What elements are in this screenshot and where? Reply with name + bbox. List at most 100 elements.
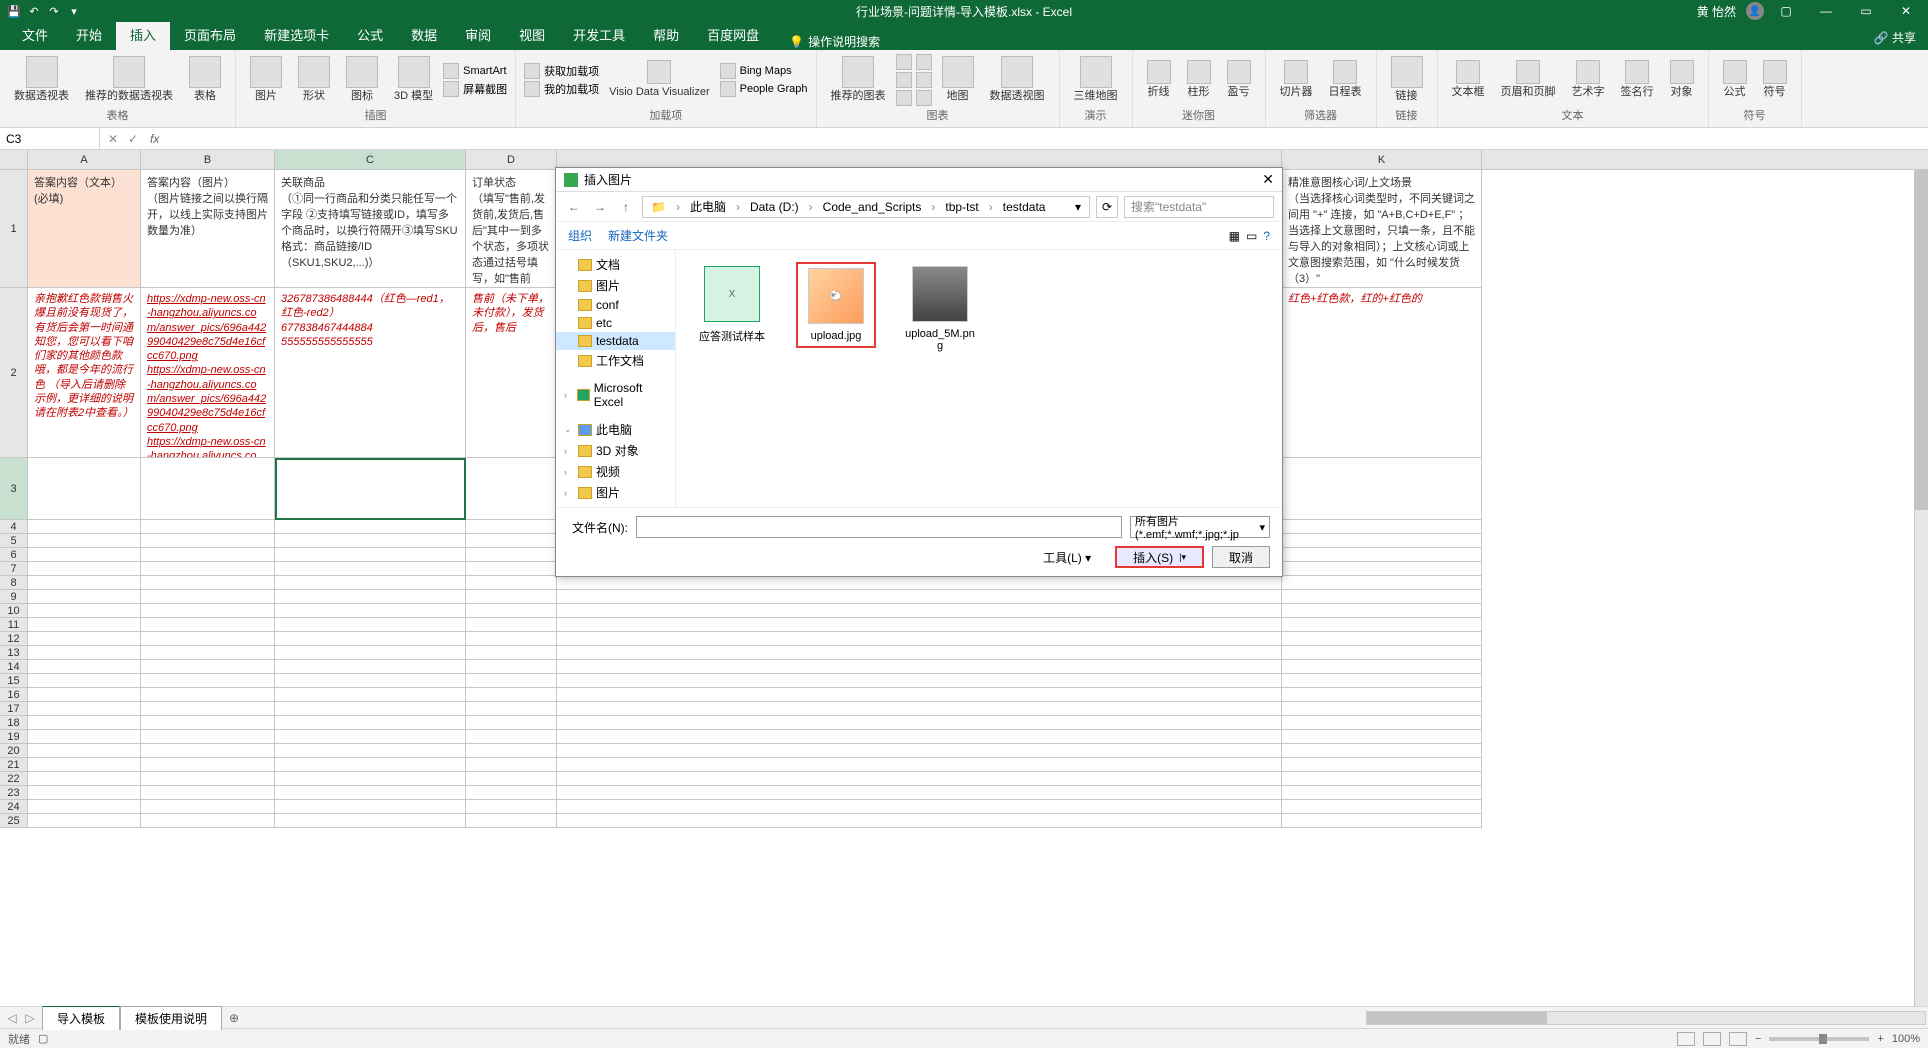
- organize-button[interactable]: 组织: [568, 227, 592, 244]
- cancel-formula-icon[interactable]: ✕: [104, 130, 122, 148]
- cell-empty[interactable]: [28, 800, 141, 814]
- cell-empty[interactable]: [466, 800, 557, 814]
- help-icon[interactable]: ?: [1263, 229, 1270, 243]
- close-button[interactable]: ✕: [1888, 0, 1924, 22]
- cell-empty[interactable]: [1282, 786, 1482, 800]
- row-header-18[interactable]: 18: [0, 716, 28, 730]
- header-footer-button[interactable]: 页眉和页脚: [1495, 58, 1562, 100]
- tree-documents[interactable]: 文档: [556, 254, 675, 275]
- cell-empty[interactable]: [28, 814, 141, 828]
- symbol-button[interactable]: 符号: [1757, 58, 1793, 100]
- tab-formulas[interactable]: 公式: [343, 19, 397, 50]
- pivot-table-button[interactable]: 数据透视表: [8, 54, 75, 104]
- tree-videos[interactable]: ›视频: [556, 461, 675, 482]
- sheet-nav-first-icon[interactable]: ◁: [4, 1010, 20, 1026]
- horizontal-scrollbar[interactable]: [246, 1011, 1928, 1025]
- preview-pane-icon[interactable]: ▭: [1246, 229, 1257, 243]
- nav-up-icon[interactable]: ↑: [616, 197, 636, 217]
- cell-empty[interactable]: [557, 702, 1282, 716]
- cell-empty[interactable]: [1282, 590, 1482, 604]
- cell-empty[interactable]: [1282, 716, 1482, 730]
- recommended-pivot-button[interactable]: 推荐的数据透视表: [79, 54, 179, 104]
- smartart-button[interactable]: SmartArt: [443, 63, 507, 79]
- cell-empty[interactable]: [466, 730, 557, 744]
- cell-empty[interactable]: [275, 716, 466, 730]
- refresh-button[interactable]: ⟳: [1096, 196, 1118, 218]
- undo-icon[interactable]: ↶: [26, 3, 42, 19]
- row-header-8[interactable]: 8: [0, 576, 28, 590]
- cell-empty[interactable]: [28, 548, 141, 562]
- cell-empty[interactable]: [466, 562, 557, 576]
- cell-empty[interactable]: [28, 604, 141, 618]
- people-graph-button[interactable]: People Graph: [720, 81, 808, 97]
- cell-empty[interactable]: [466, 814, 557, 828]
- cell-empty[interactable]: [141, 562, 275, 576]
- cell-empty[interactable]: [141, 548, 275, 562]
- cell-k3[interactable]: [1282, 458, 1482, 520]
- cell-empty[interactable]: [466, 520, 557, 534]
- row-header-6[interactable]: 6: [0, 548, 28, 562]
- cell-empty[interactable]: [141, 660, 275, 674]
- row-header-13[interactable]: 13: [0, 646, 28, 660]
- cell-empty[interactable]: [275, 520, 466, 534]
- visio-button[interactable]: Visio Data Visualizer: [603, 58, 715, 100]
- cell-empty[interactable]: [557, 604, 1282, 618]
- bing-maps-button[interactable]: Bing Maps: [720, 63, 808, 79]
- cell-empty[interactable]: [1282, 576, 1482, 590]
- chart-type-5[interactable]: [916, 72, 932, 88]
- object-button[interactable]: 对象: [1664, 58, 1700, 100]
- sparkline-line-button[interactable]: 折线: [1141, 58, 1177, 100]
- chart-type-1[interactable]: [896, 54, 912, 70]
- cell-empty[interactable]: [466, 674, 557, 688]
- cell-empty[interactable]: [28, 758, 141, 772]
- cell-empty[interactable]: [28, 632, 141, 646]
- cell-empty[interactable]: [141, 702, 275, 716]
- cell-empty[interactable]: [275, 674, 466, 688]
- signature-button[interactable]: 签名行: [1615, 58, 1660, 100]
- user-name[interactable]: 黄 怡然: [1691, 3, 1742, 20]
- cell-empty[interactable]: [275, 688, 466, 702]
- maximize-button[interactable]: ▭: [1848, 0, 1884, 22]
- cell-empty[interactable]: [28, 772, 141, 786]
- 3dmodel-button[interactable]: 3D 模型: [388, 54, 439, 104]
- cell-empty[interactable]: [466, 772, 557, 786]
- cell-empty[interactable]: [1282, 520, 1482, 534]
- tree-workdocs[interactable]: 工作文档: [556, 350, 675, 371]
- tree-this-pc[interactable]: ⌄此电脑: [556, 419, 675, 440]
- tree-pictures2[interactable]: ›图片: [556, 482, 675, 503]
- row-header-1[interactable]: 1: [0, 170, 28, 288]
- equation-button[interactable]: 公式: [1717, 58, 1753, 100]
- zoom-level[interactable]: 100%: [1892, 1033, 1920, 1045]
- wordart-button[interactable]: 艺术字: [1566, 58, 1611, 100]
- tab-home[interactable]: 开始: [62, 19, 116, 50]
- cell-empty[interactable]: [557, 814, 1282, 828]
- page-layout-view-icon[interactable]: [1703, 1032, 1721, 1046]
- col-header-c[interactable]: C: [275, 150, 466, 169]
- insert-button[interactable]: 插入(S)|▾: [1115, 546, 1204, 568]
- my-addins-button[interactable]: 我的加载项: [524, 81, 599, 97]
- row-header-10[interactable]: 10: [0, 604, 28, 618]
- cell-empty[interactable]: [1282, 772, 1482, 786]
- sheet-nav-last-icon[interactable]: ▷: [22, 1010, 38, 1026]
- vertical-scrollbar[interactable]: [1914, 170, 1928, 1006]
- cell-empty[interactable]: [28, 688, 141, 702]
- cell-empty[interactable]: [141, 730, 275, 744]
- row-header-22[interactable]: 22: [0, 772, 28, 786]
- file-upload-jpg[interactable]: 🐑 upload.jpg: [796, 262, 876, 348]
- name-box[interactable]: C3: [0, 128, 100, 149]
- tree-excel[interactable]: ›Microsoft Excel: [556, 379, 675, 411]
- zoom-in-icon[interactable]: +: [1877, 1033, 1883, 1045]
- tab-custom[interactable]: 新建选项卡: [250, 19, 343, 50]
- cell-empty[interactable]: [466, 646, 557, 660]
- timeline-button[interactable]: 日程表: [1323, 58, 1368, 100]
- cell-empty[interactable]: [28, 520, 141, 534]
- cell-empty[interactable]: [466, 604, 557, 618]
- recommended-charts-button[interactable]: 推荐的图表: [825, 54, 892, 104]
- cell-empty[interactable]: [1282, 814, 1482, 828]
- icons-button[interactable]: 图标: [340, 54, 384, 104]
- row-header-5[interactable]: 5: [0, 534, 28, 548]
- tab-help[interactable]: 帮助: [639, 19, 693, 50]
- cell-empty[interactable]: [28, 786, 141, 800]
- row-header-11[interactable]: 11: [0, 618, 28, 632]
- cell-d2[interactable]: 售前（未下单，未付款），发货后，售后: [466, 288, 557, 458]
